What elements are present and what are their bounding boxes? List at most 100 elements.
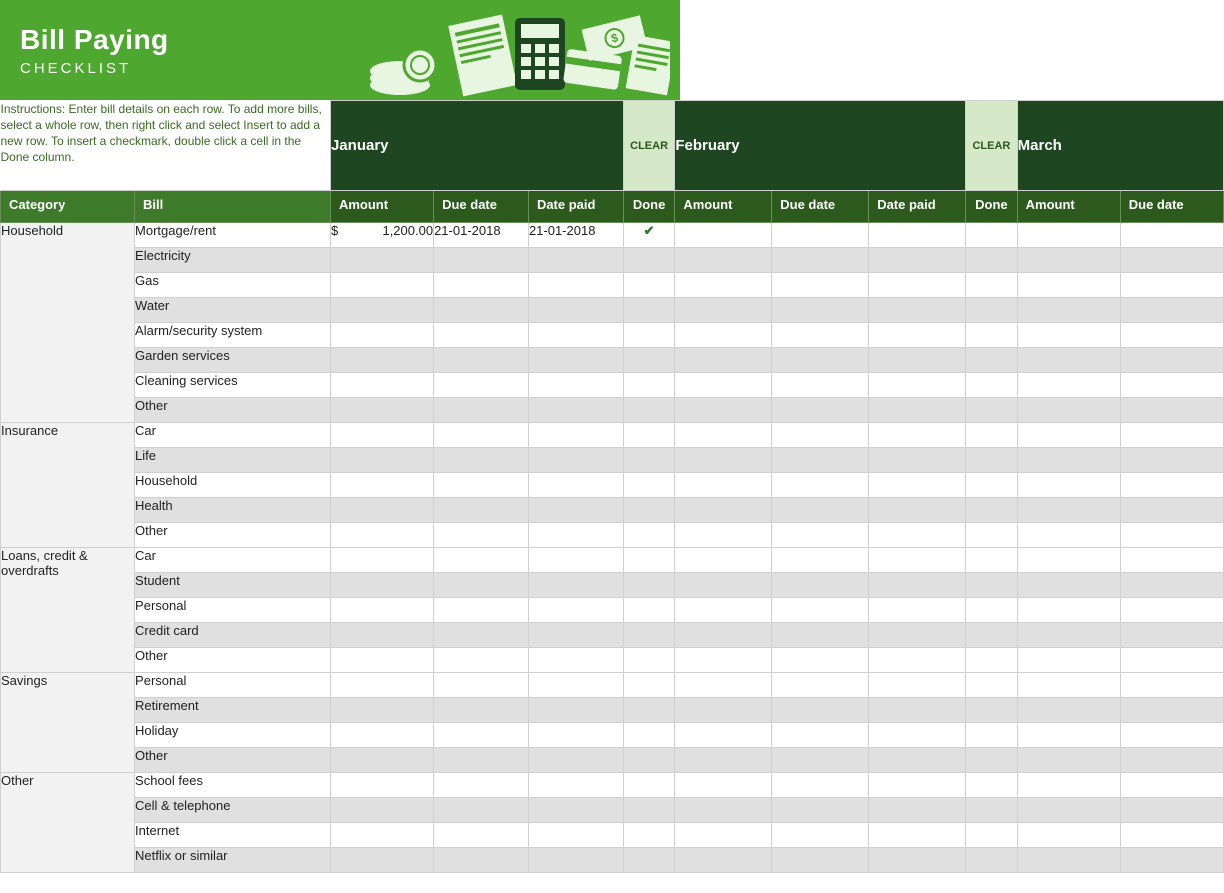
due-date-cell[interactable]	[434, 773, 529, 798]
date-paid-cell[interactable]	[869, 573, 966, 598]
due-date-cell[interactable]	[1120, 723, 1223, 748]
due-date-cell[interactable]	[434, 673, 529, 698]
done-cell[interactable]	[623, 323, 675, 348]
date-paid-cell[interactable]	[528, 348, 623, 373]
due-date-cell[interactable]	[772, 223, 869, 248]
done-cell[interactable]	[966, 448, 1018, 473]
done-cell[interactable]	[966, 598, 1018, 623]
date-paid-cell[interactable]	[528, 848, 623, 873]
date-paid-cell[interactable]	[869, 323, 966, 348]
amount-cell[interactable]	[675, 723, 772, 748]
due-date-cell[interactable]	[434, 248, 529, 273]
done-cell[interactable]	[623, 848, 675, 873]
amount-cell[interactable]	[675, 273, 772, 298]
due-date-cell[interactable]	[772, 373, 869, 398]
done-cell[interactable]	[623, 498, 675, 523]
amount-cell[interactable]	[330, 698, 433, 723]
bill-name-cell[interactable]: Personal	[135, 673, 331, 698]
bill-name-cell[interactable]: Other	[135, 748, 331, 773]
done-cell[interactable]	[966, 398, 1018, 423]
due-date-cell[interactable]	[1120, 623, 1223, 648]
done-cell[interactable]	[623, 573, 675, 598]
done-cell[interactable]	[623, 248, 675, 273]
bill-name-cell[interactable]: Cleaning services	[135, 373, 331, 398]
amount-cell[interactable]	[1017, 798, 1120, 823]
amount-cell[interactable]	[330, 448, 433, 473]
amount-cell[interactable]	[330, 423, 433, 448]
done-cell[interactable]	[966, 548, 1018, 573]
done-cell[interactable]	[966, 373, 1018, 398]
amount-cell[interactable]	[675, 348, 772, 373]
due-date-cell[interactable]	[772, 823, 869, 848]
date-paid-cell[interactable]	[869, 723, 966, 748]
bill-name-cell[interactable]: Netflix or similar	[135, 848, 331, 873]
amount-cell[interactable]	[675, 423, 772, 448]
date-paid-cell[interactable]	[869, 273, 966, 298]
date-paid-cell[interactable]	[869, 373, 966, 398]
amount-cell[interactable]	[330, 398, 433, 423]
amount-cell[interactable]	[675, 573, 772, 598]
done-cell[interactable]	[966, 748, 1018, 773]
date-paid-cell[interactable]	[528, 648, 623, 673]
due-date-cell[interactable]	[772, 773, 869, 798]
due-date-cell[interactable]	[1120, 373, 1223, 398]
date-paid-cell[interactable]	[869, 848, 966, 873]
due-date-cell[interactable]	[1120, 473, 1223, 498]
amount-cell[interactable]	[1017, 273, 1120, 298]
due-date-cell[interactable]	[434, 423, 529, 448]
due-date-cell[interactable]	[772, 423, 869, 448]
due-date-cell[interactable]	[772, 548, 869, 573]
done-cell[interactable]	[966, 798, 1018, 823]
due-date-cell[interactable]	[434, 398, 529, 423]
amount-cell[interactable]	[330, 798, 433, 823]
date-paid-cell[interactable]	[528, 673, 623, 698]
due-date-cell[interactable]	[772, 473, 869, 498]
date-paid-cell[interactable]	[528, 698, 623, 723]
due-date-cell[interactable]	[1120, 298, 1223, 323]
amount-cell[interactable]	[1017, 848, 1120, 873]
date-paid-cell[interactable]	[528, 748, 623, 773]
date-paid-cell[interactable]	[528, 598, 623, 623]
due-date-cell[interactable]	[434, 598, 529, 623]
amount-cell[interactable]	[1017, 573, 1120, 598]
amount-cell[interactable]	[1017, 648, 1120, 673]
date-paid-cell[interactable]	[869, 648, 966, 673]
amount-cell[interactable]	[675, 523, 772, 548]
amount-cell[interactable]	[330, 548, 433, 573]
due-date-cell[interactable]	[1120, 348, 1223, 373]
bill-name-cell[interactable]: Other	[135, 523, 331, 548]
amount-cell[interactable]	[1017, 773, 1120, 798]
done-cell[interactable]	[966, 848, 1018, 873]
amount-cell[interactable]	[675, 673, 772, 698]
due-date-cell[interactable]	[772, 623, 869, 648]
due-date-cell[interactable]	[772, 573, 869, 598]
date-paid-cell[interactable]	[869, 498, 966, 523]
done-cell[interactable]	[623, 273, 675, 298]
amount-cell[interactable]	[675, 848, 772, 873]
due-date-cell[interactable]	[772, 498, 869, 523]
done-cell[interactable]	[623, 423, 675, 448]
date-paid-cell[interactable]	[869, 548, 966, 573]
date-paid-cell[interactable]	[869, 673, 966, 698]
amount-cell[interactable]	[330, 773, 433, 798]
amount-cell[interactable]	[330, 573, 433, 598]
done-cell[interactable]: ✔	[623, 223, 675, 248]
bill-name-cell[interactable]: Retirement	[135, 698, 331, 723]
bill-name-cell[interactable]: Cell & telephone	[135, 798, 331, 823]
date-paid-cell[interactable]	[528, 798, 623, 823]
date-paid-cell[interactable]	[528, 573, 623, 598]
amount-cell[interactable]	[675, 498, 772, 523]
date-paid-cell[interactable]	[869, 423, 966, 448]
due-date-cell[interactable]: 21-01-2018	[434, 223, 529, 248]
done-cell[interactable]	[623, 448, 675, 473]
bill-name-cell[interactable]: Student	[135, 573, 331, 598]
date-paid-cell[interactable]	[869, 398, 966, 423]
amount-cell[interactable]	[330, 248, 433, 273]
done-cell[interactable]	[623, 548, 675, 573]
done-cell[interactable]	[623, 473, 675, 498]
due-date-cell[interactable]	[772, 723, 869, 748]
amount-cell[interactable]	[330, 273, 433, 298]
due-date-cell[interactable]	[434, 298, 529, 323]
date-paid-cell[interactable]	[869, 823, 966, 848]
done-cell[interactable]	[966, 648, 1018, 673]
